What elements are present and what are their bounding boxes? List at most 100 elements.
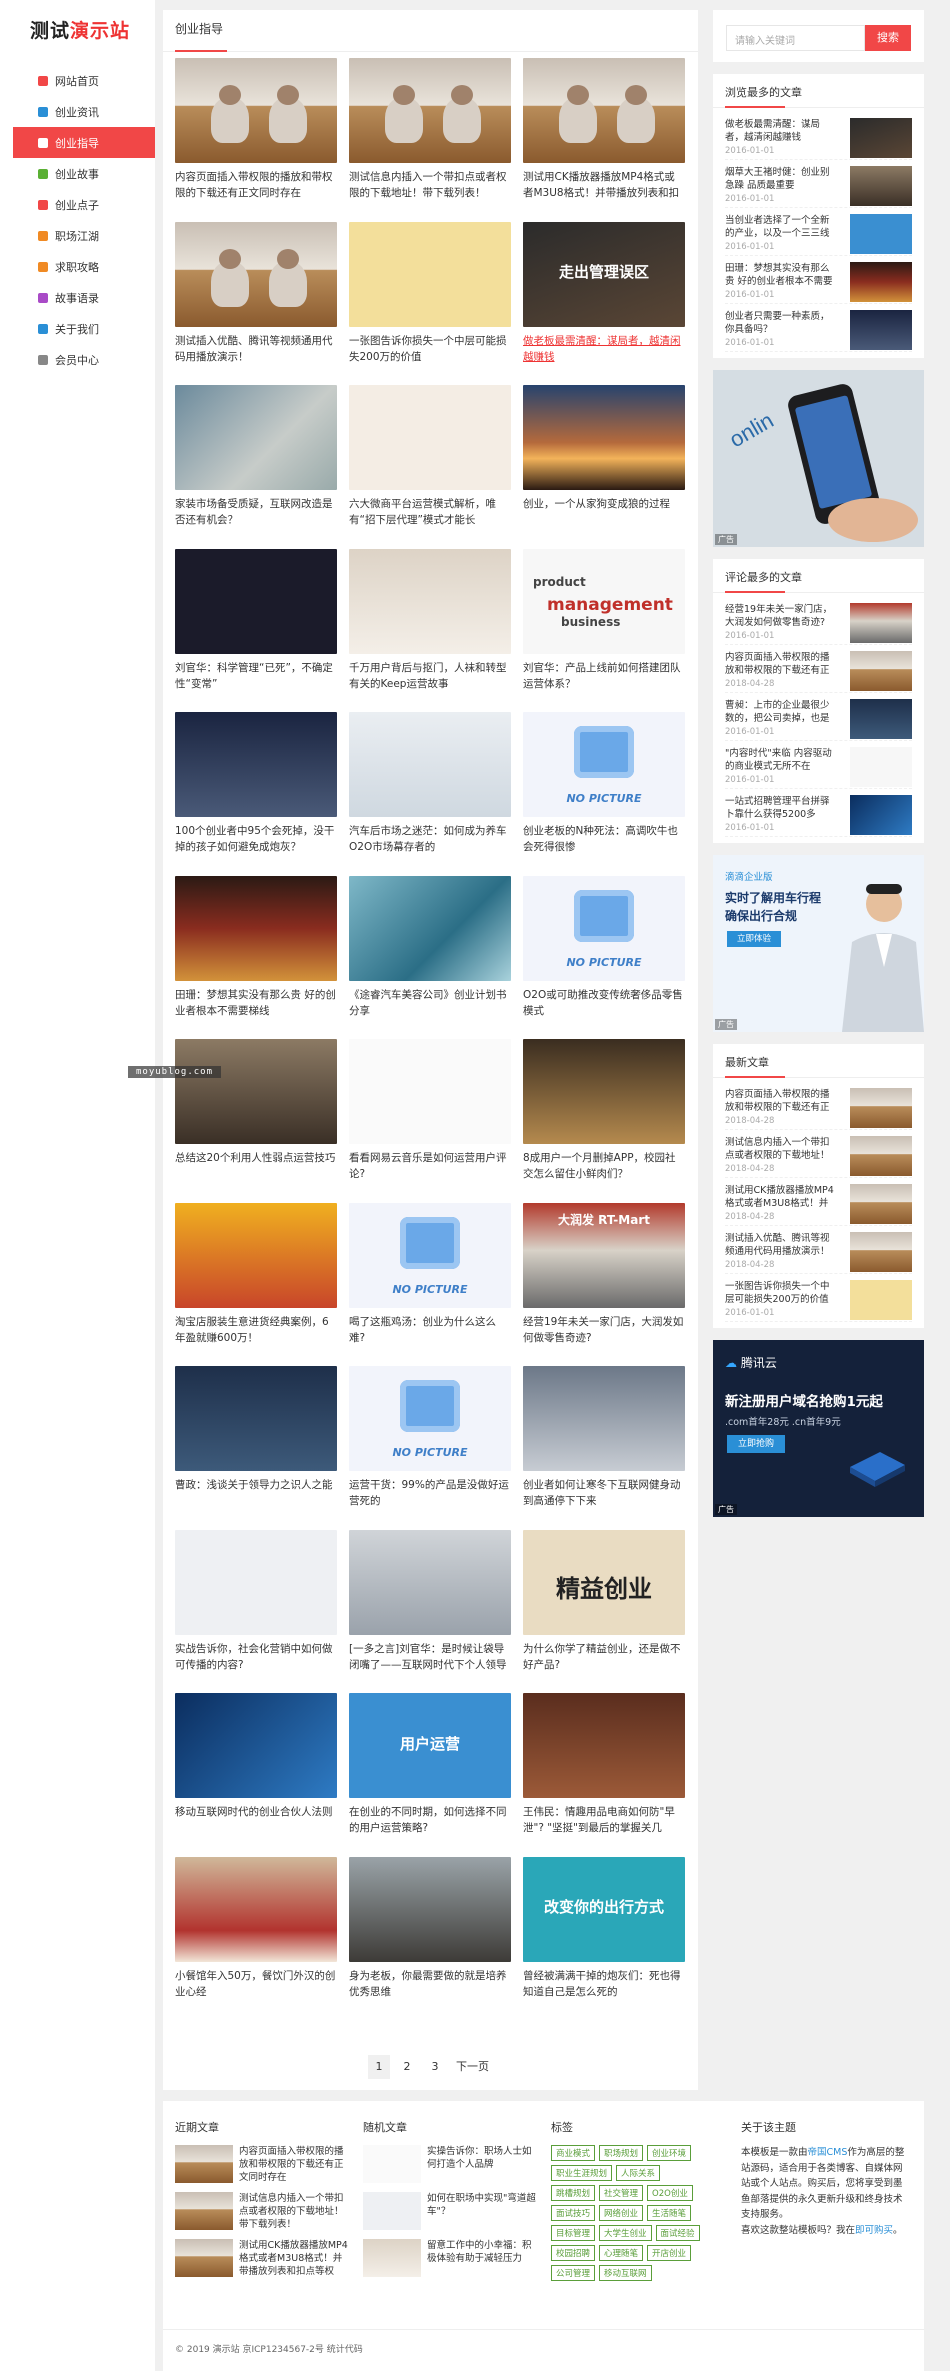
- article-thumbnail[interactable]: 用户运营: [349, 1693, 511, 1798]
- side-article-title[interactable]: 当创业者选择了一个全新的产业，以及一个三三线城市，该怎么办？: [725, 214, 837, 240]
- tag-link[interactable]: 跳槽规划: [551, 2185, 596, 2201]
- nav-item-0[interactable]: 网站首页: [0, 65, 155, 96]
- side-article-item[interactable]: 测试信息内插入一个带扣点或者权限的下载地址！带下载列表！ 2018-04-28: [725, 1130, 912, 1178]
- side-article-item[interactable]: 曹昶：上市的企业最很少数的，把公司卖掉，也是创业者很好的选择 2016-01-01: [725, 693, 912, 741]
- side-article-title[interactable]: 内容页面插入带权限的播放和带权限的下载还有正文同时存在: [725, 651, 837, 677]
- page-link-3[interactable]: 3: [424, 2055, 446, 2079]
- article-thumbnail[interactable]: [349, 1856, 511, 1962]
- side-article-title[interactable]: 测试插入优酷、腾讯等视频通用代码用播放演示！: [725, 1232, 837, 1258]
- article-thumbnail[interactable]: [175, 385, 337, 490]
- tag-link[interactable]: 职业生涯规划: [551, 2165, 613, 2181]
- tag-link[interactable]: 网络创业: [599, 2205, 644, 2221]
- side-article-item[interactable]: 测试插入优酷、腾讯等视频通用代码用播放演示！ 2018-04-28: [725, 1226, 912, 1274]
- article-card[interactable]: 100个创业者中95个会死掉，没干掉的孩子如何避免成炮灰？: [175, 712, 337, 876]
- footer-article-thumbnail[interactable]: [175, 2239, 233, 2277]
- article-card[interactable]: 创业者如何让寒冬下互联网健身动到高通停下下来: [523, 1366, 685, 1530]
- article-card[interactable]: 总结这20个利用人性弱点运营技巧: [175, 1039, 337, 1203]
- footer-article-item[interactable]: 测试用CK播放器播放MP4格式或者M3U8格式！并带播放列表和扣点等权限！: [175, 2239, 349, 2278]
- side-article-title[interactable]: "内容时代"来临 内容驱动的商业模式无所不在: [725, 747, 837, 773]
- about-link-buy[interactable]: 即可购买: [855, 2225, 893, 2236]
- side-article-title[interactable]: 测试信息内插入一个带扣点或者权限的下载地址！带下载列表！: [725, 1136, 837, 1162]
- article-title[interactable]: 创业者如何让寒冬下互联网健身动到高通停下下来: [523, 1477, 685, 1509]
- nav-item-3[interactable]: 创业故事: [0, 158, 155, 189]
- side-article-thumbnail[interactable]: [850, 214, 912, 254]
- article-thumbnail[interactable]: [175, 712, 337, 817]
- side-article-thumbnail[interactable]: [850, 651, 912, 691]
- side-article-thumbnail[interactable]: [850, 166, 912, 206]
- tag-link[interactable]: 开店创业: [647, 2245, 692, 2261]
- footer-article-item[interactable]: 如何在职场中实现"弯道超车"？: [363, 2192, 537, 2231]
- article-title[interactable]: 测试插入优酷、腾讯等视频通用代码用播放演示！: [175, 333, 337, 365]
- side-article-thumbnail[interactable]: [850, 1280, 912, 1320]
- side-article-thumbnail[interactable]: [850, 1136, 912, 1176]
- article-card[interactable]: 小餐馆年入50万，餐饮门外汉的创业心经: [175, 1856, 337, 2021]
- article-thumbnail[interactable]: NO PICTURE: [349, 1202, 511, 1308]
- side-article-title[interactable]: 做老板最需清醒：谋局者，越清闲越赚钱: [725, 118, 837, 144]
- tag-link[interactable]: 校园招聘: [551, 2245, 596, 2261]
- article-card[interactable]: 大润发 RT-Mart 经营19年未关一家门店，大润发如何做零售奇迹?: [523, 1202, 685, 1367]
- article-title[interactable]: 100个创业者中95个会死掉，没干掉的孩子如何避免成炮灰？: [175, 823, 337, 855]
- article-title[interactable]: 运营干货：99%的产品是没做好运营死的: [349, 1477, 511, 1509]
- tag-link[interactable]: 人际关系: [616, 2165, 661, 2181]
- side-article-title[interactable]: 烟草大王褚时健：创业别急躁 品质最重要: [725, 166, 837, 192]
- article-card[interactable]: 汽车后市场之迷茫：如何成为养车O2O市场幕存者的: [349, 712, 511, 876]
- article-thumbnail[interactable]: [349, 221, 511, 327]
- nav-item-1[interactable]: 创业资讯: [0, 96, 155, 127]
- page-link-2[interactable]: 2: [396, 2055, 418, 2079]
- article-thumbnail[interactable]: [349, 58, 511, 163]
- article-thumbnail[interactable]: [175, 1366, 337, 1471]
- tag-link[interactable]: 大学生创业: [599, 2225, 652, 2241]
- side-article-item[interactable]: 经营19年未关一家门店，大润发如何做零售奇迹? 2016-01-01: [725, 597, 912, 645]
- side-article-thumbnail[interactable]: [850, 1232, 912, 1272]
- footer-article-title[interactable]: 测试信息内插入一个带扣点或者权限的下载地址！带下载列表！: [239, 2192, 349, 2231]
- side-article-item[interactable]: 测试用CK播放器播放MP4格式或者M3U8格式！并带播放列表和扣点等权限！ 201…: [725, 1178, 912, 1226]
- tag-link[interactable]: 公司管理: [551, 2265, 596, 2281]
- tag-link[interactable]: 职场规划: [599, 2145, 644, 2161]
- tag-link[interactable]: 社交管理: [599, 2185, 644, 2201]
- article-title[interactable]: 喝了这瓶鸡汤：创业为什么这么难?: [349, 1314, 511, 1346]
- article-title[interactable]: 8成用户一个月删掉APP，校园社交怎么留住小鲜肉们？: [523, 1150, 685, 1182]
- article-title[interactable]: 内容页面插入带权限的播放和带权限的下载还有正文同时存在: [175, 169, 337, 201]
- article-card[interactable]: 千万用户背后与抠门，人袜和转型有关的Keep运营故事: [349, 548, 511, 713]
- search-input[interactable]: 请输入关键词: [726, 25, 865, 51]
- article-title[interactable]: 千万用户背后与抠门，人袜和转型有关的Keep运营故事: [349, 660, 511, 692]
- article-title[interactable]: 王伟民：情趣用品电商如何防"早泄"? "坚挺"到最后的掌握关几: [523, 1804, 685, 1836]
- article-card[interactable]: 实战告诉你，社会化营销中如何做可传播的内容?: [175, 1529, 337, 1694]
- article-thumbnail[interactable]: [523, 58, 685, 163]
- article-title[interactable]: 身为老板，你最需要做的就是培养优秀思维: [349, 1968, 511, 2000]
- tag-link[interactable]: 面试经验: [655, 2225, 700, 2241]
- article-card[interactable]: 测试信息内插入一个带扣点或者权限的下载地址！带下载列表！: [349, 58, 511, 222]
- article-card[interactable]: 《途睿汽车美容公司》创业计划书分享: [349, 875, 511, 1040]
- side-article-title[interactable]: 一张图告诉你损失一个中层可能损失200万的价值: [725, 1280, 837, 1306]
- footer-article-item[interactable]: 留意工作中的小幸福：积极体验有助于减轻压力: [363, 2239, 537, 2278]
- article-thumbnail[interactable]: [349, 1039, 511, 1144]
- article-thumbnail[interactable]: 精益创业: [523, 1529, 685, 1635]
- article-card[interactable]: 内容页面插入带权限的播放和带权限的下载还有正文同时存在: [175, 58, 337, 222]
- article-title[interactable]: 移动互联网时代的创业合伙人法则: [175, 1804, 337, 1836]
- article-card[interactable]: 田珊：梦想其实没有那么贵 好的创业者根本不需要梯线: [175, 875, 337, 1040]
- footer-article-thumbnail[interactable]: [175, 2145, 233, 2183]
- article-thumbnail[interactable]: NO PICTURE: [523, 875, 685, 981]
- article-card[interactable]: product management business 刘官华：产品上线前如何搭建团队…: [523, 548, 685, 713]
- ad-banner-phone[interactable]: onlin 广告: [713, 370, 924, 547]
- nav-item-8[interactable]: 关于我们: [0, 313, 155, 344]
- article-title[interactable]: 六大微商平台运营模式解析，唯有“招下层代理”模式才能长: [349, 496, 511, 528]
- article-title[interactable]: 测试用CK播放器播放MP4格式或者M3U8格式！并带播放列表和扣点等权限！: [523, 169, 685, 201]
- article-thumbnail[interactable]: 大润发 RT-Mart: [523, 1202, 685, 1308]
- footer-article-title[interactable]: 实操告诉你：职场人士如何打造个人品牌: [427, 2145, 537, 2184]
- article-card[interactable]: 一张图告诉你损失一个中层可能损失200万的价值: [349, 221, 511, 386]
- article-card[interactable]: 家装市场备受质疑，互联网改造是否还有机会？: [175, 385, 337, 549]
- ad-banner-tencent-cloud[interactable]: ☁ 腾讯云 新注册用户域名抢购1元起 .com首年28元 .cn首年9元 立即抢…: [713, 1340, 924, 1517]
- side-article-item[interactable]: "内容时代"来临 内容驱动的商业模式无所不在 2016-01-01: [725, 741, 912, 789]
- tag-link[interactable]: 心理随笔: [599, 2245, 644, 2261]
- search-button[interactable]: 搜索: [865, 25, 911, 51]
- article-card[interactable]: 8成用户一个月删掉APP，校园社交怎么留住小鲜肉们？: [523, 1039, 685, 1203]
- article-card[interactable]: NO PICTURE 创业老板的N种死法：高调吹牛也会死得很惨: [523, 712, 685, 876]
- article-card[interactable]: 创业，一个从家狗变成狼的过程: [523, 385, 685, 549]
- article-card[interactable]: 用户运营 在创业的不同时期，如何选择不同的用户运营策略?: [349, 1693, 511, 1857]
- tag-link[interactable]: 创业环境: [647, 2145, 692, 2161]
- article-title[interactable]: 一张图告诉你损失一个中层可能损失200万的价值: [349, 333, 511, 365]
- ad-banner-didi[interactable]: 滴滴企业版 实时了解用车行程 确保出行合规 立即体验 广告: [713, 855, 924, 1032]
- article-thumbnail[interactable]: 走出管理误区: [523, 221, 685, 327]
- article-card[interactable]: 测试插入优酷、腾讯等视频通用代码用播放演示！: [175, 221, 337, 386]
